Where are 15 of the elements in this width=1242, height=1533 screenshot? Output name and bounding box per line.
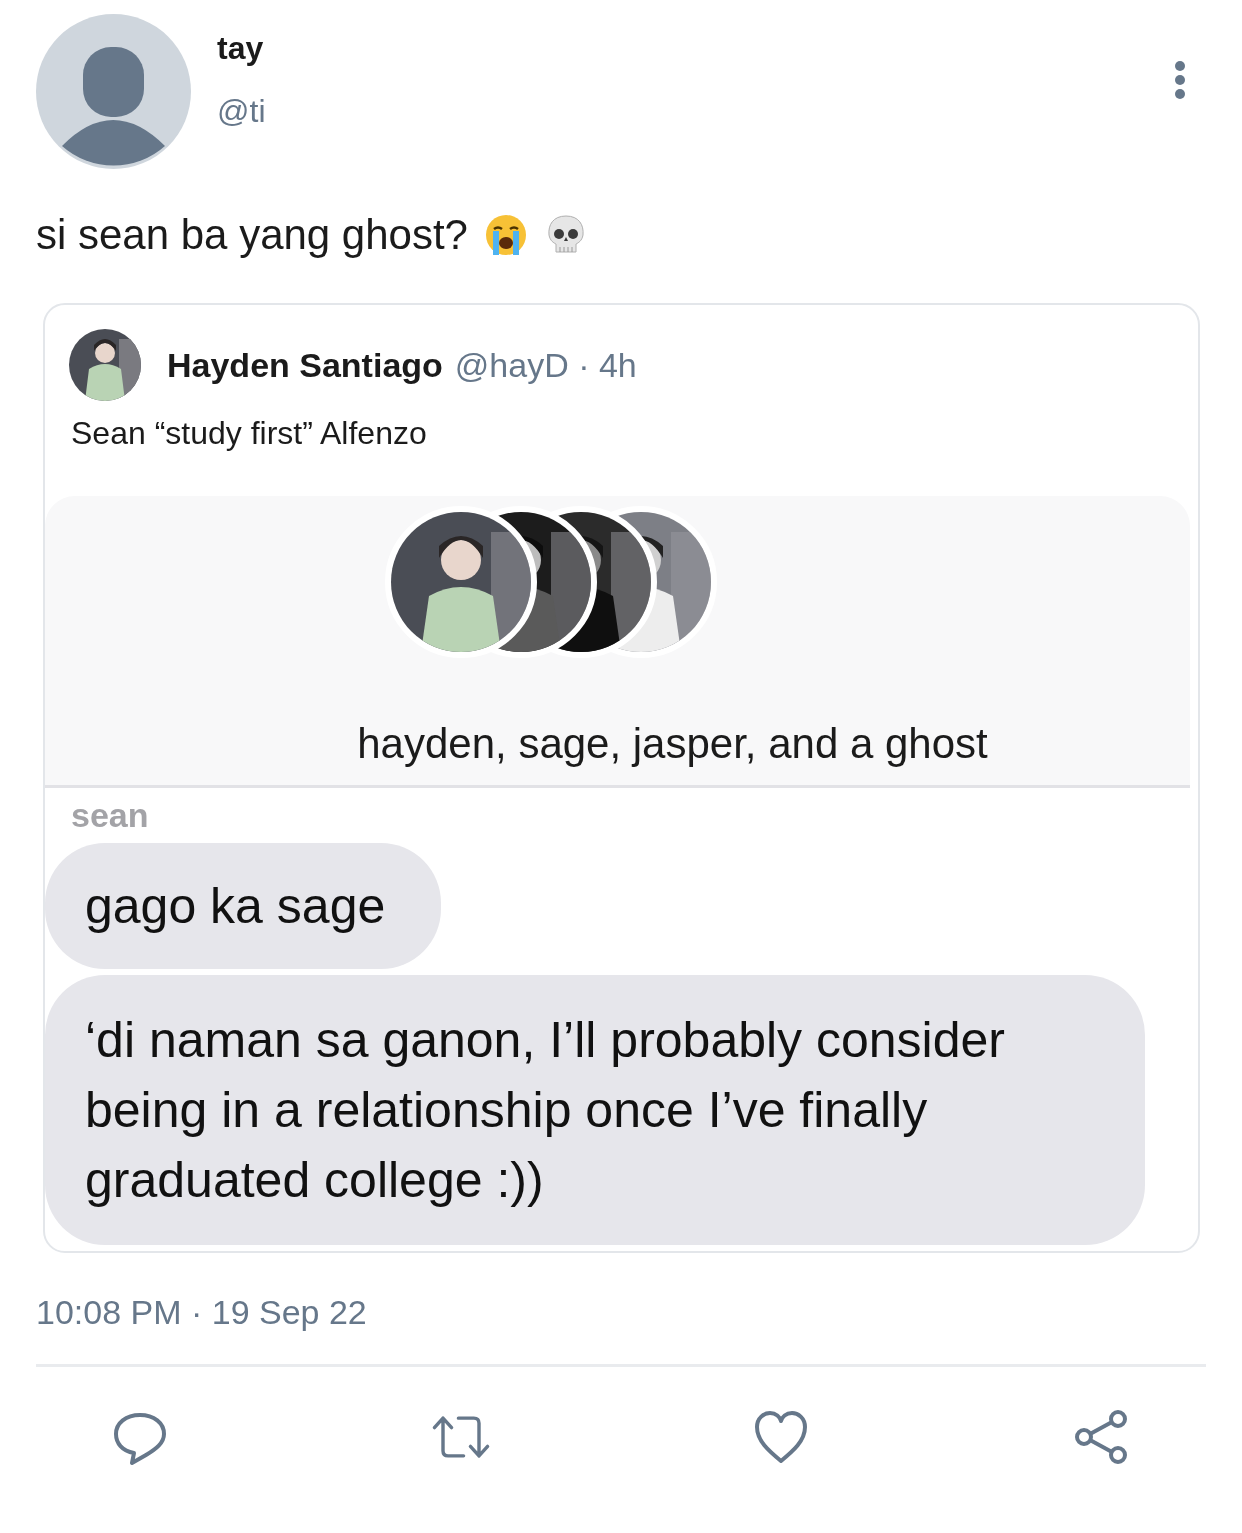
author-name[interactable]: tay bbox=[217, 30, 266, 67]
avatar-icon[interactable] bbox=[36, 14, 191, 169]
more-icon[interactable] bbox=[1174, 60, 1186, 100]
sender-name: sean bbox=[70, 796, 150, 835]
message-bubble: ‘di naman sa ganon, I’ll probably consider being in a relationship once I’ve finally graduated college :)) bbox=[45, 975, 1145, 1245]
quoted-tweet-text: Sean “study first” Alfenzo bbox=[70, 415, 428, 452]
author-handle[interactable]: @ti bbox=[217, 93, 266, 130]
quoted-author-name[interactable]: Hayden Santiago bbox=[167, 345, 443, 385]
crying-face-icon bbox=[484, 213, 528, 257]
timestamp: 10:08 PM · 19 Sep 22 bbox=[36, 1293, 368, 1332]
quoted-tweet-card[interactable] bbox=[43, 303, 1200, 1253]
quoted-author-handle[interactable]: @hayD · 4h bbox=[454, 345, 637, 385]
tweet-text: si sean ba yang ghost? bbox=[36, 211, 468, 259]
message-bubble: gago ka sage bbox=[45, 843, 442, 969]
group-chat-title: hayden, sage, jasper, and a ghost bbox=[356, 720, 989, 768]
